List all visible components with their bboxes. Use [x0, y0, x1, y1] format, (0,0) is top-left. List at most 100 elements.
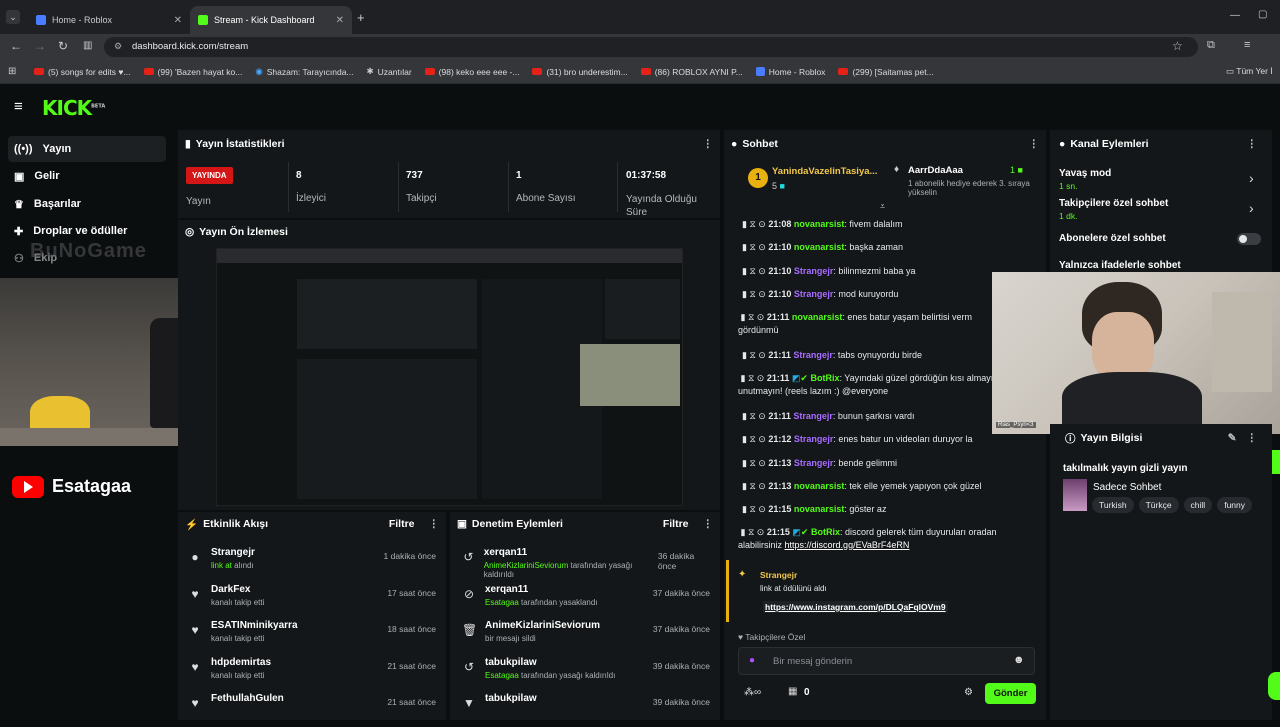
- bookmark-item[interactable]: (86) ROBLOX AYNI P...: [640, 67, 743, 77]
- close-tab-icon[interactable]: ✕: [174, 15, 182, 26]
- undo-icon: ↺: [463, 659, 475, 674]
- sidebar-item-yayin[interactable]: ((•)) Yayın: [8, 136, 166, 162]
- send-button[interactable]: Gönder: [985, 683, 1036, 704]
- stream-category[interactable]: Sadece Sohbet: [1093, 482, 1161, 493]
- activity-item: ♥ FethullahGulen 21 saat önce: [180, 690, 444, 727]
- rank-badge-icon: 1: [748, 168, 768, 188]
- bookmark-item[interactable]: (31) bro underestim...: [532, 67, 628, 77]
- second-gifter-count: 1 ■: [1010, 165, 1023, 175]
- mod-actions-icon[interactable]: ▮ ⧖ ⊙: [742, 242, 766, 252]
- mod-actions-icon[interactable]: ▮ ⧖ ⊙: [742, 411, 766, 421]
- uptime-stat: 01:37:58 Yayında Olduğu Süre: [626, 170, 697, 218]
- mod-actions-icon[interactable]: ▮ ⧖ ⊙: [742, 266, 766, 276]
- kick-logo[interactable]: KICKBETA: [42, 96, 105, 120]
- bot-badge-icon: ◩: [792, 527, 801, 537]
- edge-action-button[interactable]: [1268, 672, 1280, 700]
- sidebar-item-basarilar[interactable]: ♛ Başarılar: [8, 191, 166, 217]
- puzzle-icon: ✱: [366, 66, 374, 76]
- extensions-icon[interactable]: ⧉: [1207, 39, 1215, 52]
- gift-icon: ✚: [14, 225, 24, 238]
- mod-actions-icon[interactable]: ▮ ⧖ ⊙: [738, 312, 765, 322]
- bookmark-item[interactable]: ◉ Shazam: Tarayıcında...: [255, 66, 353, 77]
- chat-input-placeholder: Bir mesaj gönderin: [773, 656, 853, 667]
- store-icon[interactable]: ▦: [788, 686, 797, 697]
- mod-actions-icon[interactable]: ▮ ⧖ ⊙: [738, 527, 765, 537]
- bookmark-star-icon[interactable]: ☆: [1172, 39, 1183, 53]
- mod-actions-icon[interactable]: ▮ ⧖ ⊙: [742, 350, 766, 360]
- more-options-icon[interactable]: ⋮: [1029, 138, 1040, 150]
- hamburger-menu-icon[interactable]: ≡: [14, 98, 23, 115]
- more-options-icon[interactable]: ⋮: [1247, 138, 1258, 150]
- menu-icon[interactable]: ≡: [1244, 39, 1250, 51]
- emoji-icon[interactable]: ☻: [1013, 654, 1025, 666]
- bookmark-item[interactable]: ✱ Uzantılar: [367, 66, 412, 77]
- sidebar-item-gelir[interactable]: ▣ Gelir: [8, 163, 166, 189]
- close-tab-icon[interactable]: ✕: [336, 15, 344, 26]
- site-info-icon[interactable]: ⚙: [114, 41, 122, 52]
- top-gifter-name[interactable]: YanindaVazelinTasiya...: [772, 166, 882, 177]
- tag[interactable]: Turkish: [1092, 497, 1134, 513]
- gift-prompt: 1 abonelik hediye ederek 3. sıraya yükse…: [908, 179, 1030, 197]
- reward-icon: ●: [191, 550, 199, 564]
- apps-grid-icon[interactable]: ⊞: [8, 66, 16, 77]
- bookmarks-bar: (5) songs for edits ♥... (99) 'Bazen hay…: [0, 60, 1280, 84]
- moderation-item: ↺ xerqan11 AnimeKizlariniSeviorum tarafınd…: [463, 547, 695, 579]
- mic-icon[interactable]: ●: [749, 655, 755, 666]
- discord-link[interactable]: https://discord.gg/EVaBrF4eRN: [785, 540, 910, 550]
- back-icon[interactable]: ←: [10, 39, 22, 53]
- activity-filter-button[interactable]: Filtre: [389, 518, 415, 530]
- forward-icon[interactable]: →: [34, 39, 46, 53]
- subs-chat-toggle[interactable]: [1237, 233, 1261, 245]
- followers-chat-setting[interactable]: Takipçilere özel sohbet 1 dk. ›: [1059, 198, 1259, 221]
- bookmark-item[interactable]: (299) [Saitamas pet...: [838, 67, 934, 77]
- live-label: Yayın: [186, 196, 211, 207]
- chat-input[interactable]: ● Bir mesaj gönderin ☻: [738, 647, 1035, 675]
- activity-item: ♥ ESATINminikyarra kanalı takip etti 18 saa…: [180, 617, 444, 654]
- edit-pencil-icon[interactable]: ✎: [1228, 432, 1237, 444]
- mod-actions-icon[interactable]: ▮ ⧖ ⊙: [742, 434, 766, 444]
- tag[interactable]: Türkçe: [1138, 497, 1179, 513]
- divider: [508, 162, 509, 212]
- heart-icon: ♥: [191, 659, 199, 674]
- mod-actions-icon[interactable]: ▮ ⧖ ⊙: [742, 504, 766, 514]
- tag[interactable]: chill: [1183, 497, 1213, 513]
- mod-actions-icon[interactable]: ▮ ⧖ ⊙: [742, 458, 766, 468]
- wall-decor-image: [1212, 292, 1272, 392]
- address-bar[interactable]: dashboard.kick.com/stream: [104, 37, 1198, 57]
- mod-actions-icon[interactable]: ▮ ⧖ ⊙: [742, 219, 766, 229]
- subscribers-stat: 1 Abone Sayısı: [516, 170, 576, 204]
- reward-link[interactable]: https://www.instagram.com/p/DLQaFqlOVm9: [763, 601, 948, 613]
- reload-icon[interactable]: ↻: [58, 39, 68, 53]
- tab-kick-dashboard[interactable]: Stream - Kick Dashboard ✕: [190, 6, 352, 34]
- more-options-icon[interactable]: ⋮: [703, 138, 714, 150]
- more-options-icon[interactable]: ⋮: [429, 518, 440, 530]
- tag[interactable]: funny: [1217, 497, 1252, 513]
- mod-actions-icon[interactable]: ▮ ⧖ ⊙: [738, 373, 765, 383]
- tab-roblox[interactable]: Home - Roblox ✕: [28, 6, 190, 34]
- bookmark-item[interactable]: (5) songs for edits ♥...: [34, 67, 131, 77]
- roblox-icon: [755, 67, 765, 76]
- bookmark-item[interactable]: (98) keko eee eee -...: [424, 67, 519, 77]
- reward-user[interactable]: Strangejr: [760, 570, 797, 580]
- sidebar-toggle-icon[interactable]: ▥: [83, 40, 92, 51]
- minimize-button[interactable]: —: [1230, 10, 1240, 21]
- reward-text: link at ödülünü aldı: [760, 584, 827, 593]
- bookmark-item[interactable]: (99) 'Bazen hayat ko...: [143, 67, 242, 77]
- bookmark-item[interactable]: Home - Roblox: [755, 67, 825, 77]
- more-options-icon[interactable]: ⋮: [703, 518, 714, 530]
- chat-settings-gear-icon[interactable]: ⚙: [964, 687, 973, 698]
- slow-mode-setting[interactable]: Yavaş mod 1 sn. ›: [1059, 168, 1259, 191]
- tag-list: Turkish Türkçe chill funny: [1092, 497, 1252, 513]
- tab-search-button[interactable]: ⌄: [6, 10, 20, 24]
- second-gifter-name[interactable]: AarrDdaAaa: [908, 165, 963, 176]
- stream-preview-video[interactable]: [216, 248, 683, 506]
- mod-actions-icon[interactable]: ▮ ⧖ ⊙: [742, 481, 766, 491]
- more-options-icon[interactable]: ⋮: [1247, 432, 1258, 444]
- bookmarks-folder[interactable]: ▭ Tüm Yer İ: [1226, 66, 1273, 77]
- mod-actions-icon[interactable]: ▮ ⧖ ⊙: [742, 289, 766, 299]
- new-tab-button[interactable]: +: [357, 10, 365, 25]
- points-icon[interactable]: ⁂∞: [744, 687, 761, 698]
- maximize-button[interactable]: ▢: [1258, 9, 1267, 20]
- moderation-filter-button[interactable]: Filtre: [663, 518, 689, 530]
- collapse-chevron-icon[interactable]: ⩡: [880, 201, 885, 212]
